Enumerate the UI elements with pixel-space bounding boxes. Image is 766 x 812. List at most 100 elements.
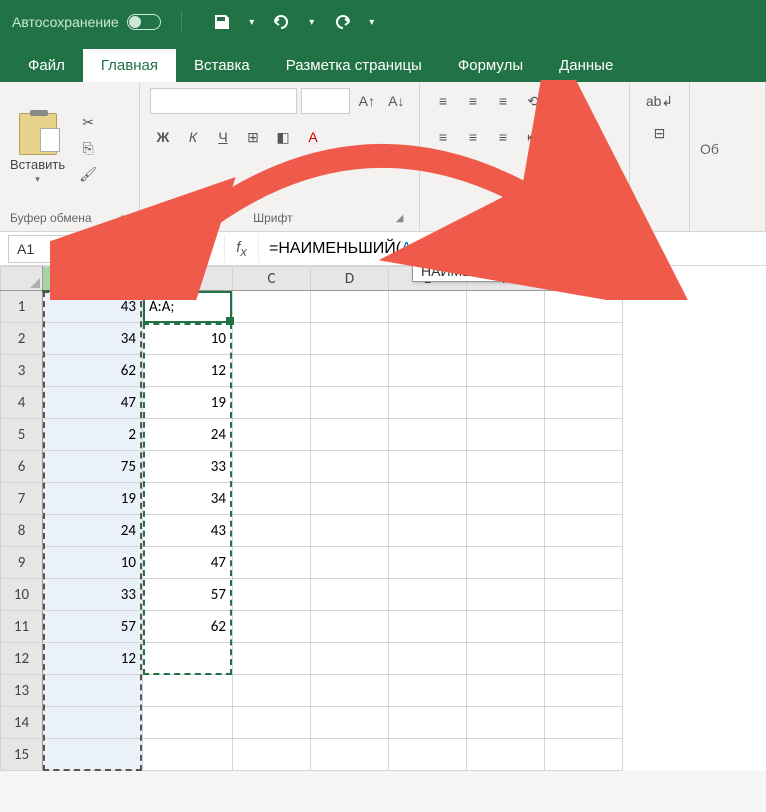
cell[interactable]: [43, 739, 143, 771]
cell[interactable]: 62: [143, 611, 233, 643]
cell[interactable]: [233, 291, 311, 323]
align-bottom-icon[interactable]: ≡: [490, 88, 516, 114]
cell[interactable]: [233, 515, 311, 547]
font-size-combo[interactable]: [301, 88, 350, 114]
cell[interactable]: [467, 707, 545, 739]
cell[interactable]: [389, 579, 467, 611]
cell[interactable]: [545, 643, 623, 675]
cell[interactable]: 57: [43, 611, 143, 643]
align-right-icon[interactable]: ≡: [490, 124, 516, 150]
cell[interactable]: [467, 355, 545, 387]
cell[interactable]: [467, 483, 545, 515]
cell[interactable]: [311, 643, 389, 675]
cell[interactable]: [43, 675, 143, 707]
cell[interactable]: [467, 291, 545, 323]
cell[interactable]: 19: [143, 387, 233, 419]
column-header-b[interactable]: B: [143, 267, 233, 291]
cell[interactable]: [311, 387, 389, 419]
tab-file[interactable]: Файл: [10, 49, 83, 82]
cell[interactable]: A:A;: [143, 291, 233, 323]
save-icon[interactable]: [212, 12, 232, 32]
format-painter-button[interactable]: 🖌: [77, 164, 99, 186]
autosave-toggle[interactable]: Автосохранение: [12, 14, 161, 30]
cell[interactable]: [389, 675, 467, 707]
cell[interactable]: [545, 515, 623, 547]
row-header[interactable]: 5: [1, 419, 43, 451]
bold-button[interactable]: Ж: [150, 124, 176, 150]
row-header[interactable]: 14: [1, 707, 43, 739]
italic-button[interactable]: К: [180, 124, 206, 150]
cell[interactable]: [467, 387, 545, 419]
cell[interactable]: [545, 451, 623, 483]
cell[interactable]: 47: [143, 547, 233, 579]
dropdown-icon[interactable]: ▾: [362, 12, 382, 32]
cell[interactable]: [233, 643, 311, 675]
cell[interactable]: 10: [43, 547, 143, 579]
cell[interactable]: [545, 323, 623, 355]
cell[interactable]: [311, 739, 389, 771]
cut-button[interactable]: ✂: [77, 112, 99, 134]
undo-icon[interactable]: [272, 12, 292, 32]
cell[interactable]: [389, 707, 467, 739]
row-header[interactable]: 12: [1, 643, 43, 675]
cell[interactable]: [545, 547, 623, 579]
row-header[interactable]: 13: [1, 675, 43, 707]
column-header-a[interactable]: A: [43, 267, 143, 291]
row-header[interactable]: 15: [1, 739, 43, 771]
cell[interactable]: [233, 323, 311, 355]
cell[interactable]: [467, 611, 545, 643]
dropdown-icon[interactable]: ▾: [302, 12, 322, 32]
cell[interactable]: [467, 643, 545, 675]
cell[interactable]: [311, 675, 389, 707]
cell[interactable]: [545, 611, 623, 643]
chevron-down-icon[interactable]: ▾: [134, 243, 139, 254]
align-center-icon[interactable]: ≡: [460, 124, 486, 150]
cell[interactable]: [389, 419, 467, 451]
cell[interactable]: [233, 355, 311, 387]
font-name-combo[interactable]: [150, 88, 297, 114]
cell[interactable]: [143, 707, 233, 739]
tab-formulas[interactable]: Формулы: [440, 49, 541, 82]
cell[interactable]: 24: [43, 515, 143, 547]
tab-page-layout[interactable]: Разметка страницы: [268, 49, 440, 82]
cell[interactable]: [311, 419, 389, 451]
cell[interactable]: [143, 643, 233, 675]
redo-icon[interactable]: [332, 12, 352, 32]
cell[interactable]: [233, 579, 311, 611]
cell[interactable]: 43: [143, 515, 233, 547]
cell[interactable]: [311, 515, 389, 547]
cell[interactable]: [545, 355, 623, 387]
column-header-c[interactable]: C: [233, 267, 311, 291]
cell[interactable]: [467, 547, 545, 579]
cell[interactable]: 12: [43, 643, 143, 675]
cell[interactable]: [545, 579, 623, 611]
cell[interactable]: [545, 675, 623, 707]
row-header[interactable]: 10: [1, 579, 43, 611]
cell[interactable]: [233, 483, 311, 515]
align-top-icon[interactable]: ≡: [430, 88, 456, 114]
cancel-icon[interactable]: ✕: [157, 235, 191, 263]
decrease-indent-icon[interactable]: ⇤: [520, 124, 546, 150]
wrap-text-button[interactable]: ab↲: [640, 88, 680, 114]
cell[interactable]: 24: [143, 419, 233, 451]
cell[interactable]: [389, 483, 467, 515]
cell[interactable]: [389, 451, 467, 483]
cell[interactable]: 47: [43, 387, 143, 419]
underline-button[interactable]: Ч: [210, 124, 236, 150]
cell[interactable]: 33: [43, 579, 143, 611]
cell[interactable]: [233, 387, 311, 419]
cell[interactable]: 33: [143, 451, 233, 483]
row-header[interactable]: 4: [1, 387, 43, 419]
row-header[interactable]: 6: [1, 451, 43, 483]
cell[interactable]: [233, 675, 311, 707]
dropdown-icon[interactable]: ▾: [242, 12, 262, 32]
align-left-icon[interactable]: ≡: [430, 124, 456, 150]
fill-color-button[interactable]: ◧: [270, 124, 296, 150]
select-all-corner[interactable]: [1, 267, 43, 291]
cell[interactable]: [389, 515, 467, 547]
font-color-button[interactable]: A: [300, 124, 326, 150]
row-header[interactable]: 2: [1, 323, 43, 355]
cell[interactable]: [143, 675, 233, 707]
cell[interactable]: 12: [143, 355, 233, 387]
copy-button[interactable]: ⎘: [77, 138, 99, 160]
